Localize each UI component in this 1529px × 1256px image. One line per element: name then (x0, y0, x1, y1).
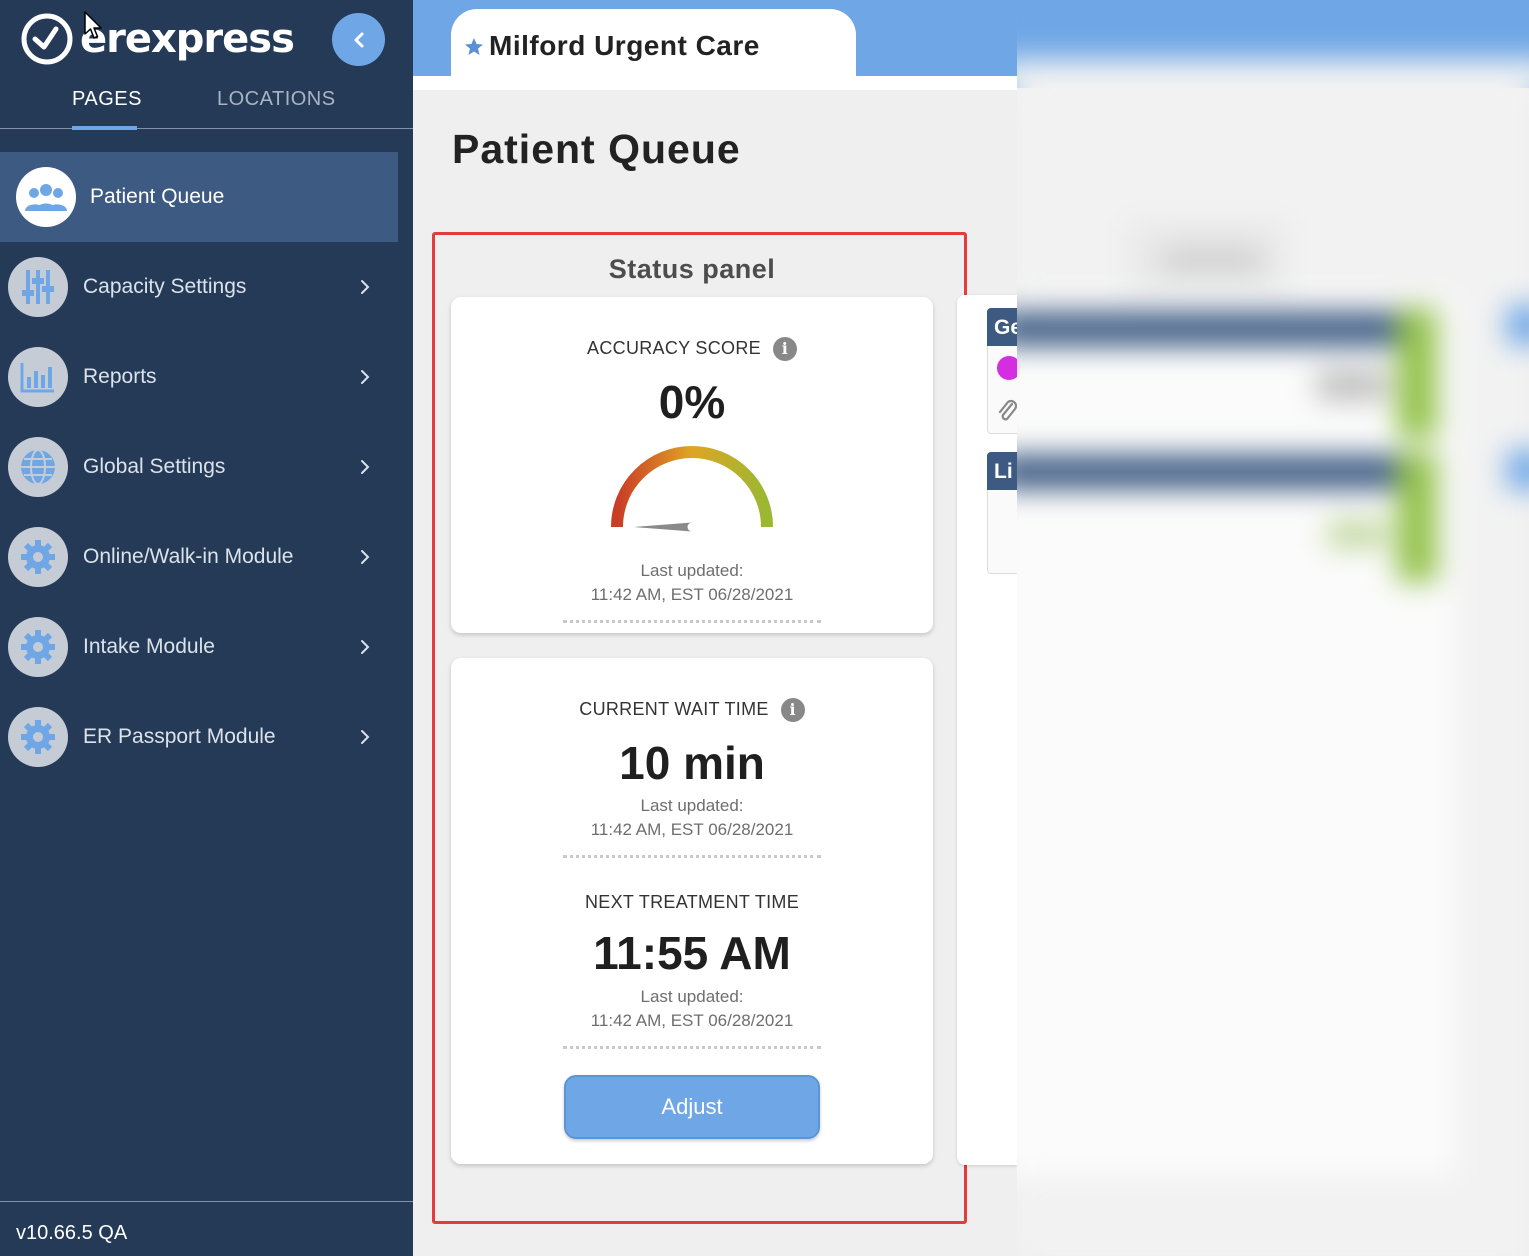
sidebar-item-label: Capacity Settings (83, 275, 247, 298)
wait-time-updated-time: 11:42 AM, EST 06/28/2021 (590, 820, 794, 839)
next-treatment-updated-time: 11:42 AM, EST 06/28/2021 (590, 1011, 794, 1030)
logo: erexpress (20, 12, 295, 66)
queue-group-header[interactable]: Ge (987, 308, 1017, 346)
chevron-left-icon (354, 32, 363, 47)
mouse-cursor-icon (84, 11, 102, 39)
bar-chart-icon (8, 347, 68, 407)
gear-icon (8, 707, 68, 767)
accuracy-score-label-row: ACCURACY SCORE i (451, 337, 933, 361)
sidebar-item-capacity-settings[interactable]: Capacity Settings (0, 242, 398, 332)
sidebar-item-reports[interactable]: Reports (0, 332, 398, 422)
divider (563, 1046, 821, 1049)
next-treatment-value: 11:55 AM (593, 927, 791, 979)
divider (563, 855, 821, 858)
sidebar-item-intake-module[interactable]: Intake Module (0, 602, 398, 692)
gear-icon (8, 617, 68, 677)
sidebar-item-label: Patient Queue (90, 185, 225, 208)
accuracy-score-card: ACCURACY SCORE i 0% Last updated: 11:42 A… (451, 297, 933, 633)
sidebar-divider (0, 1201, 413, 1202)
accuracy-updated-time: 11:42 AM, EST 06/28/2021 (590, 585, 794, 604)
sidebar-item-label: Intake Module (83, 635, 215, 658)
next-treatment-label: NEXT TREATMENT TIME (584, 892, 800, 912)
list-group-header[interactable]: Li (987, 452, 1017, 490)
sidebar-item-label: Online/Walk-in Module (83, 545, 294, 568)
location-title: Milford Urgent Care (489, 30, 760, 61)
divider (563, 620, 821, 623)
sidebar-item-label: Reports (83, 365, 157, 388)
accuracy-score-value: 0% (658, 376, 726, 428)
tab-pages[interactable]: PAGES (72, 88, 142, 111)
sidebar-tabs: PAGES LOCATIONS (0, 84, 413, 130)
version-label: v10.66.5 QA (16, 1222, 128, 1244)
adjust-button[interactable]: Adjust (564, 1075, 820, 1139)
wait-time-value: 10 min (619, 737, 765, 789)
blurred-content (1017, 0, 1529, 1256)
chevron-right-icon (361, 370, 370, 384)
paperclip-icon[interactable] (998, 398, 1018, 424)
sliders-icon (8, 257, 68, 317)
page-title: Patient Queue (452, 126, 741, 172)
globe-icon (8, 437, 68, 497)
sidebar-item-global-settings[interactable]: Global Settings (0, 422, 398, 512)
sidebar-item-er-passport-module[interactable]: ER Passport Module (0, 692, 398, 782)
sidebar-item-label: ER Passport Module (83, 725, 276, 748)
accuracy-gauge (611, 446, 773, 532)
wait-time-label: CURRENT WAIT TIME (579, 698, 769, 719)
users-icon (16, 167, 76, 227)
sidebar-item-patient-queue[interactable]: Patient Queue (0, 152, 398, 242)
chevron-right-icon (361, 550, 370, 564)
gear-icon (8, 527, 68, 587)
collapse-sidebar-button[interactable] (332, 13, 385, 66)
chevron-right-icon (361, 460, 370, 474)
wait-time-updated-label: Last updated: (640, 796, 744, 815)
status-panel-heading: Status panel (608, 254, 776, 284)
star-icon[interactable] (464, 37, 484, 57)
wait-time-card: CURRENT WAIT TIME i 10 min Last updated: … (451, 658, 933, 1164)
active-tab-indicator (72, 126, 137, 130)
sidebar-item-label: Global Settings (83, 455, 226, 478)
info-icon[interactable]: i (772, 337, 797, 361)
info-icon[interactable]: i (780, 698, 805, 722)
accuracy-score-label: ACCURACY SCORE (587, 337, 761, 358)
next-treatment-updated-label: Last updated: (640, 987, 744, 1006)
chevron-right-icon (361, 730, 370, 744)
tab-locations[interactable]: LOCATIONS (217, 88, 336, 111)
accuracy-updated-label: Last updated: (640, 561, 744, 580)
wait-time-label-row: CURRENT WAIT TIME i (451, 698, 933, 722)
chevron-right-icon (361, 640, 370, 654)
logo-text: erexpress (80, 16, 295, 62)
sidebar-item-online-walkin-module[interactable]: Online/Walk-in Module (0, 512, 398, 602)
chevron-right-icon (361, 280, 370, 294)
clock-logo-icon (21, 13, 73, 65)
gauge-needle (634, 522, 692, 532)
sidebar: erexpress PAGES LOCATIONS Patient Queue (0, 0, 413, 1256)
